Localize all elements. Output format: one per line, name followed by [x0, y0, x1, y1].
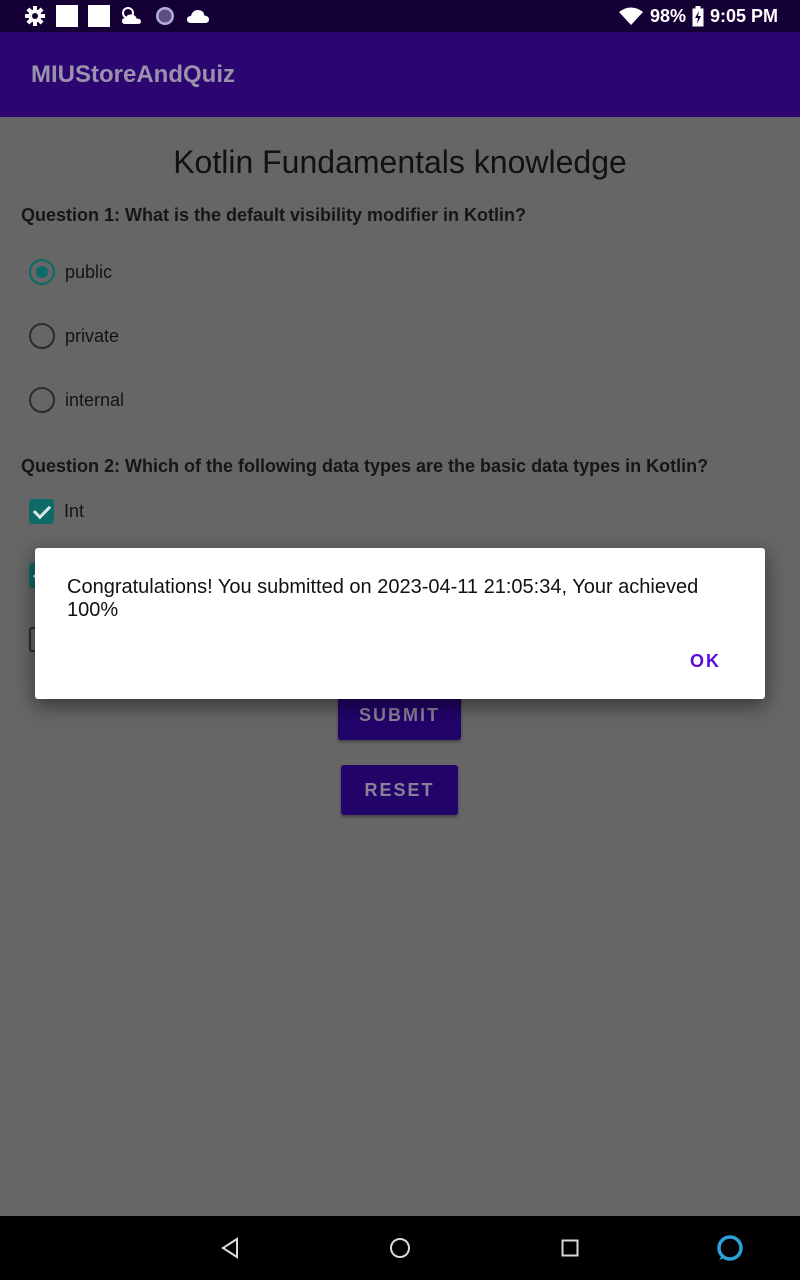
option-label: internal: [65, 389, 125, 410]
cloud-icon: [187, 10, 209, 23]
app-bar: MIUStoreAndQuiz: [0, 32, 800, 117]
home-icon[interactable]: [389, 1237, 411, 1259]
option-label: private: [65, 325, 120, 346]
question-1-text: Question 1: What is the default visibili…: [21, 205, 527, 225]
option-label: Int: [64, 501, 85, 521]
wifi-icon: [618, 7, 643, 25]
battery-charging-icon: [692, 5, 704, 26]
system-status: 98% 9:05 PM: [618, 0, 778, 32]
notification-icons: [24, 4, 210, 28]
q1-option-private[interactable]: private: [29, 323, 119, 349]
q1-option-internal[interactable]: internal: [29, 387, 124, 413]
dialog-message: Congratulations! You submitted on 2023-0…: [67, 576, 699, 621]
recents-icon[interactable]: [561, 1239, 579, 1257]
navigation-bar: [0, 1216, 800, 1280]
weather-icon: [122, 7, 141, 24]
notification-square-icon: [56, 5, 78, 27]
ok-button[interactable]: OK: [690, 651, 721, 672]
radio-button[interactable]: [29, 387, 55, 413]
result-dialog: Congratulations! You submitted on 2023-0…: [35, 548, 765, 699]
q1-option-public[interactable]: public: [29, 259, 112, 285]
clock: 9:05 PM: [709, 5, 778, 26]
circle-app-icon: [156, 7, 174, 25]
screen: 98% 9:05 PM MIUStoreAndQuiz Kotlin Funda…: [0, 0, 800, 1280]
question-2-text: Question 2: Which of the following data …: [21, 456, 709, 476]
radio-button[interactable]: [29, 323, 55, 349]
gear-icon: [25, 6, 45, 26]
checkbox-checked[interactable]: [29, 499, 54, 524]
app-title: MIUStoreAndQuiz: [31, 61, 235, 88]
quiz-title: Kotlin Fundamentals knowledge: [173, 144, 627, 180]
q2-option-int[interactable]: Int: [29, 499, 84, 524]
assistant-icon[interactable]: [716, 1234, 744, 1262]
battery-level: 98%: [649, 5, 686, 26]
option-label: public: [65, 261, 113, 282]
status-bar: 98% 9:05 PM: [0, 0, 800, 32]
reset-button[interactable]: RESET: [341, 765, 458, 815]
radio-button-checked[interactable]: [29, 259, 55, 285]
notification-square-icon: [88, 5, 110, 27]
back-icon[interactable]: [220, 1237, 240, 1259]
